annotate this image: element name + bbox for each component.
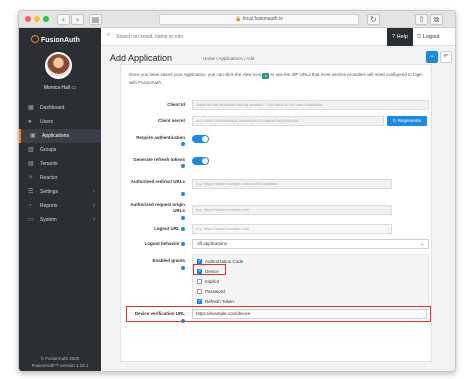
authorized-redirect-input[interactable]: e.g. https://www.example.com/oauth2/call… xyxy=(192,179,392,189)
sidebar-item-users[interactable]: ● Users xyxy=(19,115,101,129)
require-authentication-info-icon[interactable] xyxy=(121,141,185,147)
authorized-origin-label: Authorized request origin URLs xyxy=(130,202,185,213)
back-arrow-icon[interactable]: ‹ xyxy=(57,14,70,25)
chevron-down-icon: ⌄ xyxy=(419,241,424,247)
logout-behavior-select[interactable]: All applications ⌄ xyxy=(192,239,429,249)
checkbox-refresh-token[interactable] xyxy=(197,298,202,305)
client-id-label: Client Id xyxy=(167,102,185,107)
help-button[interactable]: ? Help xyxy=(387,28,413,46)
logout-url-input[interactable]: e.g. https://www.example.com xyxy=(192,224,392,234)
reload-icon[interactable]: ↻ xyxy=(367,14,380,25)
share-icon[interactable]: ⇧ xyxy=(415,14,428,25)
id-card-icon: ▭ xyxy=(71,85,77,91)
avatar[interactable] xyxy=(45,52,72,79)
form-panel: Once you have saved your Application, yo… xyxy=(120,64,432,362)
address-bar[interactable]: 🔒 local.fusionauth.io xyxy=(159,14,359,25)
generate-refresh-tokens-toggle[interactable] xyxy=(192,157,209,165)
sidebar-footer: © FusionAuth 2020 FusionAuth™ version 1.… xyxy=(19,355,101,369)
forward-arrow-icon[interactable]: › xyxy=(71,14,84,25)
sidebar-item-tenants[interactable]: ▤ Tenants xyxy=(19,157,101,171)
save-icon: ▪ xyxy=(430,54,434,60)
device-grant-highlight xyxy=(193,264,226,275)
enabled-grants-list: Authorization Code Device Implicit Passw… xyxy=(192,254,429,310)
minimize-window-icon[interactable] xyxy=(34,16,40,22)
grant-password[interactable]: Password xyxy=(197,288,225,295)
sidebar-item-settings[interactable]: ☰ Settings › xyxy=(19,185,101,199)
brand-name: FusionAuth xyxy=(41,37,80,44)
authorized-origin-input[interactable]: e.g. https://www.example.com xyxy=(192,205,392,215)
enabled-grants-info-icon[interactable] xyxy=(121,265,185,271)
applications-icon: ▣ xyxy=(30,133,36,139)
logout-behavior-label: Logout behavior xyxy=(121,241,185,247)
browser-chrome: ‹ › ▤ 🔒 local.fusionauth.io ↻ ⇧ ⧉ xyxy=(19,11,455,28)
sidebar-nav: ▦ Dashboard ● Users ▣ Applications ▥ Groups … xyxy=(19,101,101,227)
dashboard-icon: ▦ xyxy=(28,105,34,111)
copyright-text: © FusionAuth 2020 xyxy=(40,356,80,361)
client-secret-field[interactable]: urGL4BrPD0lSGbvNhA-NwHnO9HTUAaphzTyKjXH6… xyxy=(192,116,384,126)
refresh-icon: ↻ xyxy=(392,118,397,123)
device-verification-url-label: Device verification URL xyxy=(134,311,185,316)
regenerate-button[interactable]: ↻ Regenerate xyxy=(387,116,427,126)
view-icon: ⌕ xyxy=(262,73,270,79)
search-input[interactable] xyxy=(116,32,266,42)
logout-url-info-icon[interactable] xyxy=(181,226,185,231)
chevron-right-icon: › xyxy=(93,189,95,195)
sidebar-toggle-icon[interactable]: ▤ xyxy=(89,14,102,25)
sidebar-item-system[interactable]: ▭ System › xyxy=(19,213,101,227)
authorized-origin-info-icon[interactable] xyxy=(121,215,185,221)
back-button[interactable]: ↶ xyxy=(440,51,452,63)
checkbox-implicit[interactable] xyxy=(197,279,202,284)
groups-icon: ▥ xyxy=(28,147,34,153)
logout-behavior-info-icon[interactable] xyxy=(181,241,185,246)
undo-icon: ↶ xyxy=(443,54,449,60)
authorized-redirect-info-icon[interactable] xyxy=(121,191,185,197)
grant-implicit[interactable]: Implicit xyxy=(197,278,219,285)
help-icon: ? xyxy=(392,34,396,40)
enabled-grants-label: Enabled grants xyxy=(152,258,185,263)
authorized-redirect-label: Authorized redirect URLs xyxy=(130,179,185,184)
breadcrumb[interactable]: Home / Applications / Add xyxy=(203,56,254,61)
chevron-right-icon: › xyxy=(93,217,95,223)
sidebar-item-reports[interactable]: ◔ Reports › xyxy=(19,199,101,213)
sidebar: FusionAuth Monica Hall ▭ ▦ Dashboard ● Use… xyxy=(19,28,101,371)
users-icon: ● xyxy=(28,119,32,125)
checkbox-password[interactable] xyxy=(197,289,202,294)
user-name[interactable]: Monica Hall ▭ xyxy=(27,85,93,91)
chevron-right-icon: › xyxy=(93,203,95,209)
top-bar: ⌕ ? Help ⎋ Logout xyxy=(101,28,455,46)
reports-icon: ◔ xyxy=(28,203,32,209)
close-window-icon[interactable] xyxy=(25,16,31,22)
reactor-icon: ⚛ xyxy=(28,175,34,181)
system-icon: ▭ xyxy=(28,217,34,223)
version-text: FusionAuth™ version 1.18.1 xyxy=(31,363,89,368)
lock-icon: 🔒 xyxy=(235,16,242,22)
sidebar-item-dashboard[interactable]: ▦ Dashboard xyxy=(19,101,101,115)
search-icon: ⌕ xyxy=(107,32,111,38)
url-text: local.fusionauth.io xyxy=(242,16,283,22)
brand-logo[interactable]: FusionAuth xyxy=(31,35,80,44)
page-title: Add Application xyxy=(110,53,173,63)
device-verification-url-info-icon[interactable] xyxy=(121,318,185,324)
client-id-field: Value will be defaulted during creation.… xyxy=(192,100,429,110)
tabs-icon[interactable]: ⧉ xyxy=(430,14,443,25)
sidebar-item-reactor[interactable]: ⚛ Reactor xyxy=(19,171,101,185)
generate-refresh-tokens-info-icon[interactable] xyxy=(121,163,185,169)
intro-text: Once you have saved your Application, yo… xyxy=(129,72,423,85)
logout-button[interactable]: ⎋ Logout xyxy=(417,28,440,46)
settings-icon: ☰ xyxy=(28,189,34,195)
save-button[interactable]: ▪ xyxy=(426,51,438,63)
tenants-icon: ▤ xyxy=(28,161,34,167)
device-verification-url-input[interactable]: https://example.com/device xyxy=(192,309,427,319)
sidebar-item-groups[interactable]: ▥ Groups xyxy=(19,143,101,157)
maximize-window-icon[interactable] xyxy=(43,16,49,22)
grant-refresh-token[interactable]: Refresh Token xyxy=(197,298,234,305)
client-secret-label: Client secret xyxy=(157,118,185,123)
sidebar-item-applications[interactable]: ▣ Applications xyxy=(19,129,101,143)
require-authentication-toggle[interactable] xyxy=(192,135,209,143)
logout-url-label: Logout URL xyxy=(121,226,185,232)
logout-icon: ⎋ xyxy=(417,34,422,40)
fusionauth-logo-icon xyxy=(31,35,39,43)
